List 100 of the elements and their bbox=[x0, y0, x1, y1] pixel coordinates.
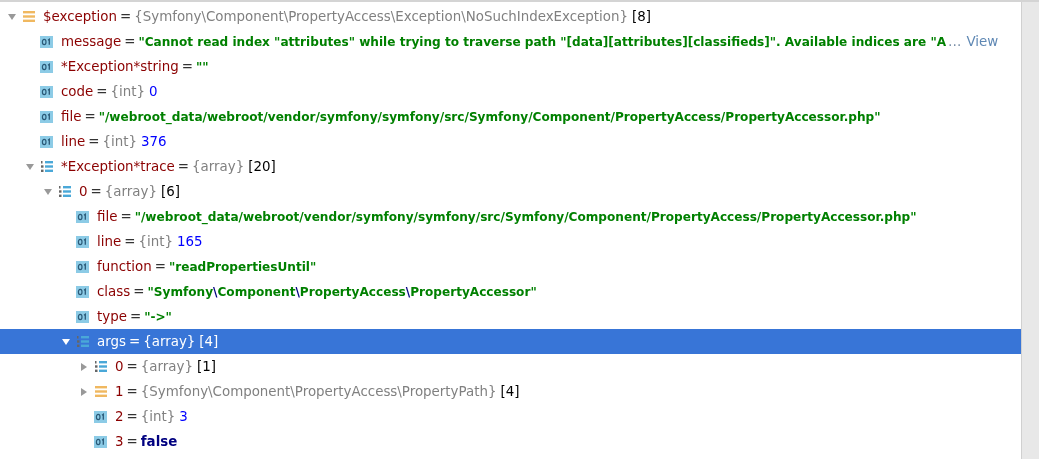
numbered-list-icon bbox=[40, 160, 54, 173]
tree-row[interactable]: line = {int} 376 bbox=[0, 129, 1021, 154]
variable-name: type bbox=[97, 309, 127, 324]
element-count: [4] bbox=[199, 334, 219, 349]
binary-value-icon bbox=[76, 310, 89, 323]
variable-type: {int} bbox=[140, 409, 176, 424]
variable-type: {int} bbox=[138, 234, 173, 249]
equals-sign: = bbox=[120, 209, 132, 224]
variable-name: *Exception*trace bbox=[61, 159, 175, 174]
variable-name: class bbox=[97, 284, 131, 299]
variable-name: args bbox=[97, 334, 126, 349]
variable-name: line bbox=[61, 134, 86, 149]
collapse-arrow-icon[interactable] bbox=[61, 336, 71, 347]
binary-value-icon bbox=[76, 285, 89, 298]
expand-arrow-icon[interactable] bbox=[79, 386, 89, 397]
variable-value: 3 bbox=[179, 409, 188, 424]
tree-row[interactable]: 3 = false bbox=[0, 429, 1021, 454]
tree-row[interactable]: *Exception*string = "" bbox=[0, 54, 1021, 79]
equals-sign: = bbox=[124, 234, 136, 249]
variable-type: {Symfony\Component\PropertyAccess\Exception\NoSuchIndexException} bbox=[134, 9, 629, 24]
tree-row[interactable]: 2 = {int} 3 bbox=[0, 404, 1021, 429]
equals-sign: = bbox=[88, 134, 100, 149]
numbered-list-icon bbox=[94, 360, 108, 373]
variable-value: "" bbox=[195, 59, 209, 74]
ellipsis: … bbox=[948, 34, 962, 49]
variable-name: function bbox=[97, 259, 152, 274]
scrollbar[interactable] bbox=[1021, 2, 1039, 459]
variable-name: $exception bbox=[43, 9, 117, 24]
tree-row[interactable]: *Exception*trace = {array} [20] bbox=[0, 154, 1021, 179]
collapse-arrow-icon[interactable] bbox=[25, 161, 35, 172]
binary-value-icon bbox=[40, 35, 53, 48]
tree-row[interactable]: $exception = {Symfony\Component\PropertyAccess\Exception\NoSuchIndexException} [8] bbox=[0, 4, 1021, 29]
equals-sign: = bbox=[84, 109, 96, 124]
binary-value-icon bbox=[76, 235, 89, 248]
variable-value: "/webroot_data/webroot/vendor/symfony/symfony/src/Symfony/Component/PropertyAccess/PropertyAccessor.php" bbox=[98, 109, 881, 124]
binary-value-icon bbox=[76, 210, 89, 223]
variable-name: line bbox=[97, 234, 122, 249]
binary-value-icon bbox=[40, 85, 53, 98]
variable-type: {array} bbox=[192, 159, 245, 174]
variable-name: code bbox=[61, 84, 94, 99]
variable-type: {int} bbox=[102, 134, 137, 149]
equals-sign: = bbox=[129, 309, 142, 324]
tree-row[interactable]: args = {array} [4] bbox=[0, 329, 1021, 354]
equals-sign: = bbox=[126, 384, 138, 399]
variable-value: 165 bbox=[176, 234, 203, 249]
binary-value-icon bbox=[76, 260, 89, 273]
equals-sign: = bbox=[126, 359, 138, 374]
tree-row[interactable]: 1 = {Symfony\Component\PropertyAccess\PropertyPath} [4] bbox=[0, 379, 1021, 404]
element-count: [8] bbox=[632, 9, 651, 24]
equals-sign: = bbox=[126, 409, 138, 424]
tree-row[interactable]: message = "Cannot read index "attributes" while trying to traverse path "[data][attributes][classifieds]". Available indices are "A… View bbox=[0, 29, 1021, 54]
equals-sign: = bbox=[124, 34, 136, 49]
tree-row[interactable]: 0 = {array} [6] bbox=[0, 179, 1021, 204]
variable-name: *Exception*string bbox=[61, 59, 179, 74]
equals-sign: = bbox=[177, 159, 190, 174]
variable-type: {array} bbox=[104, 184, 157, 199]
tree-row[interactable]: type = "->" bbox=[0, 304, 1021, 329]
binary-value-icon bbox=[94, 410, 107, 423]
equals-sign: = bbox=[128, 334, 141, 349]
tree-row[interactable]: class = "Symfony\Component\PropertyAccess\PropertyAccessor" bbox=[0, 279, 1021, 304]
expand-arrow-icon[interactable] bbox=[79, 361, 89, 372]
equals-sign: = bbox=[133, 284, 145, 299]
variable-type: {array} bbox=[140, 359, 193, 374]
tree-row[interactable]: file = "/webroot_data/webroot/vendor/symfony/symfony/src/Symfony/Component/PropertyAccess/PropertyAccessor.php" bbox=[0, 104, 1021, 129]
numbered-list-icon bbox=[58, 185, 72, 198]
binary-value-icon bbox=[40, 135, 53, 148]
variable-name: 2 bbox=[115, 409, 124, 424]
variable-value: "readPropertiesUntil" bbox=[168, 259, 317, 274]
element-count: [20] bbox=[248, 159, 276, 174]
equals-sign: = bbox=[96, 84, 108, 99]
binary-value-icon bbox=[94, 435, 107, 448]
equals-sign: = bbox=[119, 9, 132, 24]
variable-name: file bbox=[97, 209, 118, 224]
object-icon bbox=[22, 10, 36, 23]
element-count: [6] bbox=[160, 184, 180, 199]
equals-sign: = bbox=[90, 184, 102, 199]
variable-type: {int} bbox=[110, 84, 146, 99]
equals-sign: = bbox=[181, 59, 193, 74]
tree-row[interactable]: code = {int} 0 bbox=[0, 79, 1021, 104]
collapse-arrow-icon[interactable] bbox=[43, 186, 53, 197]
equals-sign: = bbox=[126, 434, 138, 449]
variable-name: 1 bbox=[115, 384, 124, 399]
tree-row[interactable]: line = {int} 165 bbox=[0, 229, 1021, 254]
element-count: [1] bbox=[196, 359, 216, 374]
variable-name: message bbox=[61, 34, 122, 49]
variable-type: {array} bbox=[143, 334, 196, 349]
numbered-list-icon bbox=[76, 335, 90, 348]
element-count: [4] bbox=[500, 384, 520, 399]
tree-row[interactable]: 0 = {array} [1] bbox=[0, 354, 1021, 379]
variable-name: 3 bbox=[115, 434, 124, 449]
variable-value: false bbox=[140, 434, 178, 449]
variable-name: file bbox=[61, 109, 82, 124]
tree-row[interactable]: file = "/webroot_data/webroot/vendor/symfony/symfony/src/Symfony/Component/PropertyAccess/PropertyAccessor.php" bbox=[0, 204, 1021, 229]
tree-row[interactable]: function = "readPropertiesUntil" bbox=[0, 254, 1021, 279]
variable-value: 376 bbox=[140, 134, 167, 149]
view-link[interactable]: View bbox=[966, 34, 999, 49]
binary-value-icon bbox=[40, 110, 53, 123]
variable-name: 0 bbox=[79, 184, 88, 199]
collapse-arrow-icon[interactable] bbox=[7, 11, 17, 22]
variable-value: "/webroot_data/webroot/vendor/symfony/symfony/src/Symfony/Component/PropertyAccess/PropertyAccessor.php" bbox=[134, 209, 917, 224]
